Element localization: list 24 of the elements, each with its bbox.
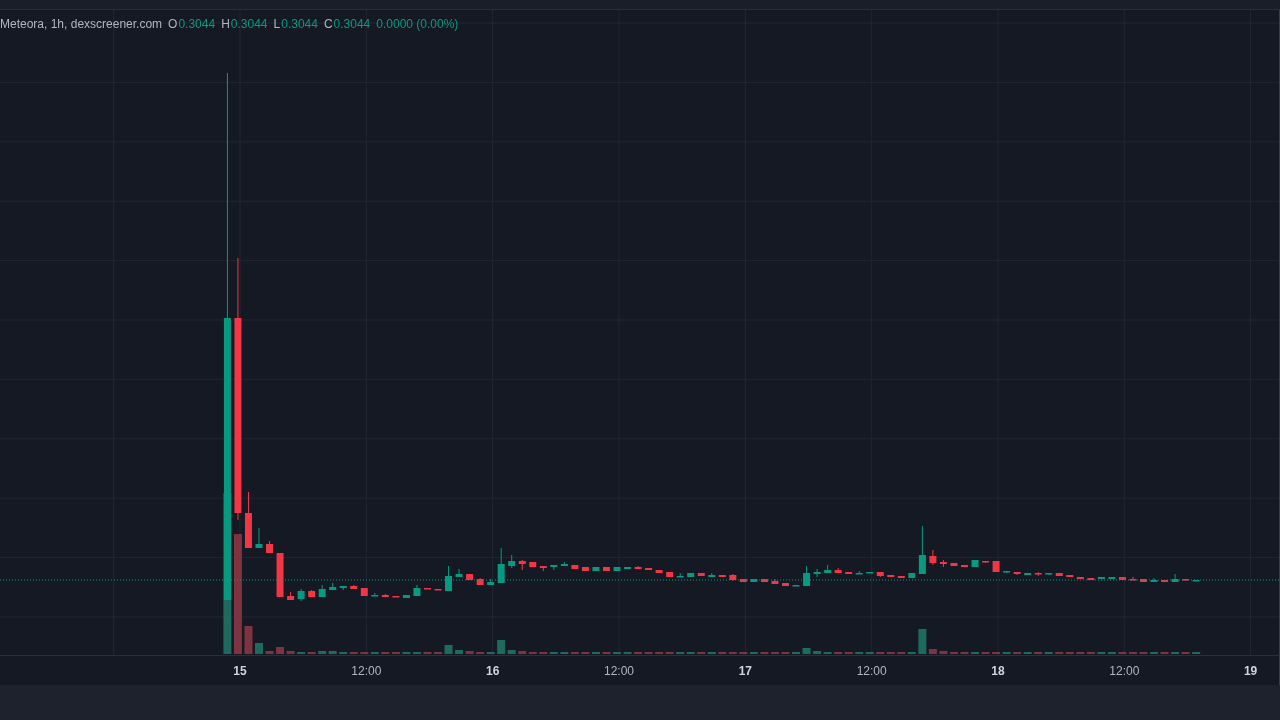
ohlc-label: O	[168, 16, 178, 32]
time-axis-label: 16	[486, 664, 500, 678]
time-axis-label: 12:00	[856, 664, 887, 678]
time-axis-label: 12:00	[603, 664, 634, 678]
ohlc-value: 0.3044	[333, 16, 371, 32]
price-change: 0.0000 (0.00%)	[376, 16, 459, 32]
volume-bar	[255, 643, 263, 654]
volume-bar	[444, 645, 453, 654]
time-axis-label: 15	[233, 664, 247, 678]
ohlc-label: H	[221, 16, 230, 32]
volume-bar	[802, 648, 811, 654]
symbol-info: Meteora, 1h, dexscreener.com	[0, 16, 163, 32]
time-axis-label: 12:00	[1109, 664, 1140, 678]
volume-bar	[244, 626, 253, 654]
time-axis-label: 18	[991, 664, 1005, 678]
ohlc-label: C	[323, 16, 333, 32]
ohlc-label: L	[273, 16, 281, 32]
time-axis-label: 12:00	[351, 664, 382, 678]
volume-bar	[265, 651, 274, 654]
time-axis-label: 19	[1243, 664, 1258, 678]
ohlc-value: 0.3044	[230, 16, 268, 32]
ohlc-value: 0.3044	[178, 16, 216, 32]
ohlc-value: 0.3044	[281, 16, 318, 32]
time-axis-label: 17	[738, 664, 752, 678]
